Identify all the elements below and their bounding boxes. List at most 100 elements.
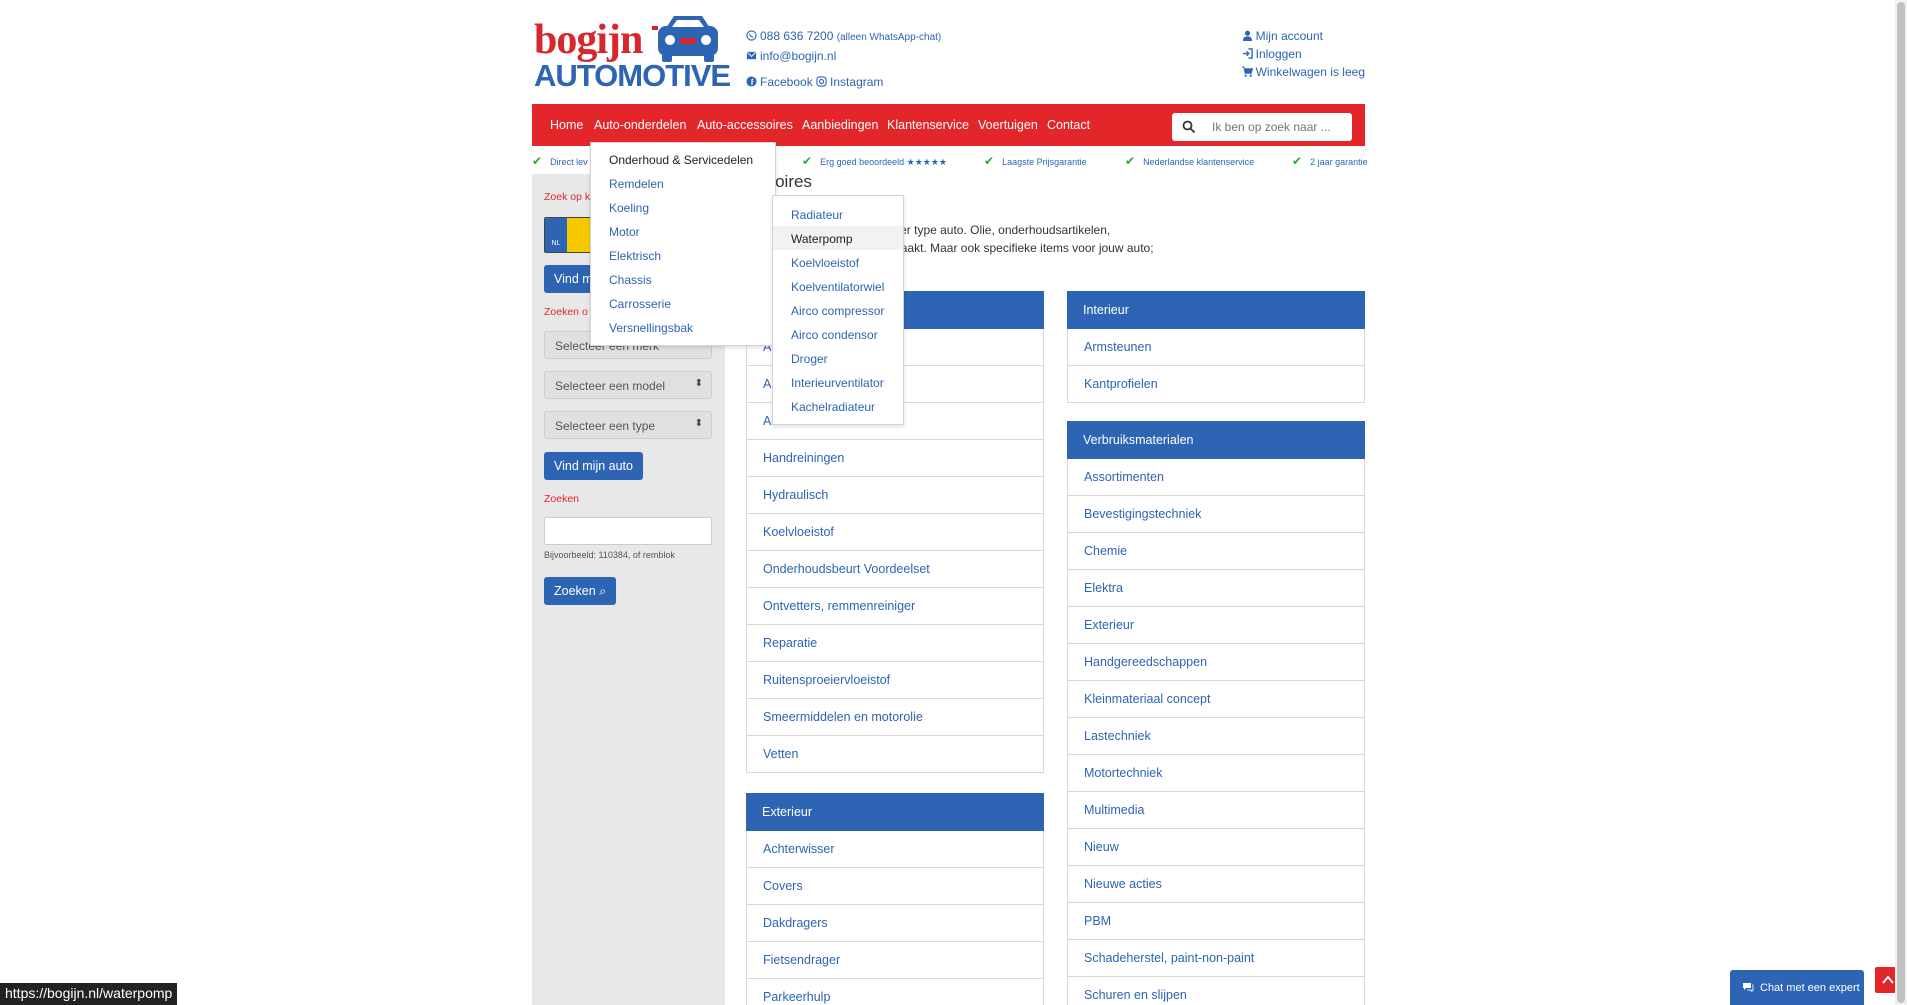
category-link[interactable]: Multimedia xyxy=(1067,792,1365,829)
search-button[interactable]: Zoeken ⌕ xyxy=(544,577,617,605)
category-link[interactable]: Kleinmateriaal concept xyxy=(1067,681,1365,718)
category-link[interactable]: PBM xyxy=(1067,903,1365,940)
nav-home[interactable]: Home xyxy=(550,118,583,132)
whatsapp-icon xyxy=(746,30,757,41)
logo[interactable]: bogijn AUTOMOTIVE xyxy=(532,10,731,93)
category-link[interactable]: Motortechniek xyxy=(1067,755,1365,792)
category-header-verbruik[interactable]: Verbruiksmaterialen xyxy=(1067,421,1365,459)
dropdown-item[interactable]: Onderhoud & Servicedelen xyxy=(609,153,753,167)
sidebar-search-input[interactable] xyxy=(544,517,712,545)
check-icon: ✔ xyxy=(802,154,813,168)
plate-country-badge: NL xyxy=(545,218,567,252)
dropdown-item[interactable]: Koeling xyxy=(609,201,649,215)
category-link[interactable]: Reparatie xyxy=(746,625,1044,662)
category-link[interactable]: Fietsendrager xyxy=(746,942,1044,979)
category-header-interieur[interactable]: Interieur xyxy=(1067,291,1365,329)
category-link[interactable]: Schadeherstel, paint-non-paint xyxy=(1067,940,1365,977)
instagram-link[interactable]: Instagram xyxy=(830,75,883,89)
category-link[interactable]: Elektra xyxy=(1067,570,1365,607)
car-logo-icon xyxy=(652,16,718,62)
submenu-item[interactable]: Radiateur xyxy=(773,202,903,226)
search-hint: Bijvoorbeeld: 110384, of remblok xyxy=(544,550,675,560)
check-icon: ✔ xyxy=(1125,154,1136,168)
category-header-exterieur[interactable]: Exterieur xyxy=(746,793,1044,831)
category-link[interactable]: Ontvetters, remmenreiniger xyxy=(746,588,1044,625)
auto-onderdelen-dropdown: Onderhoud & Servicedelen Remdelen Koelin… xyxy=(590,142,776,346)
category-link[interactable]: Koelvloeistof xyxy=(746,514,1044,551)
email-link[interactable]: info@bogijn.nl xyxy=(760,49,836,63)
category-column-interieur: Interieur Armsteunen Kantprofielen xyxy=(1067,291,1365,403)
scrollbar-thumb[interactable] xyxy=(1897,2,1905,1003)
sign-in-icon xyxy=(1242,48,1253,59)
submenu-item[interactable]: Koelvloeistof xyxy=(773,250,903,274)
category-link[interactable]: Assortimenten xyxy=(1067,459,1365,496)
dropdown-item[interactable]: Carrosserie xyxy=(609,297,671,311)
select-type[interactable]: Selecteer een type xyxy=(544,411,712,439)
phone-link[interactable]: 088 636 7200 xyxy=(760,29,833,43)
logo-text-bogijn: bogijn xyxy=(534,17,643,63)
nav-auto-onderdelen[interactable]: Auto-onderdelen xyxy=(594,118,686,132)
nav-klantenservice[interactable]: Klantenservice xyxy=(887,118,969,132)
category-link[interactable]: Dakdragers xyxy=(746,905,1044,942)
nav-auto-accessoires[interactable]: Auto-accessoires xyxy=(697,118,793,132)
search-input[interactable] xyxy=(1210,113,1348,141)
nav-aanbiedingen[interactable]: Aanbiedingen xyxy=(802,118,878,132)
category-link[interactable]: Onderhoudsbeurt Voordeelset xyxy=(746,551,1044,588)
submenu-item[interactable]: Airco compressor xyxy=(773,298,903,322)
envelope-icon xyxy=(746,51,757,60)
category-link[interactable]: Lastechniek xyxy=(1067,718,1365,755)
category-link[interactable]: Achterwisser xyxy=(746,831,1044,868)
category-link[interactable]: Ruitensproeiervloeistof xyxy=(746,662,1044,699)
search-box xyxy=(1172,113,1352,141)
submenu-item[interactable]: Airco condensor xyxy=(773,322,903,346)
social-links: Facebook Instagram xyxy=(746,75,883,89)
category-link[interactable]: Vetten xyxy=(746,736,1044,773)
category-link[interactable]: Exterieur xyxy=(1067,607,1365,644)
usp-item: ✔ Laagste Prijsgarantie xyxy=(984,154,1087,168)
category-link[interactable]: Handgereedschappen xyxy=(1067,644,1365,681)
cart-link[interactable]: Winkelwagen is leeg xyxy=(1256,65,1365,79)
nav-contact[interactable]: Contact xyxy=(1047,118,1090,132)
login-link[interactable]: Inloggen xyxy=(1256,47,1302,61)
select-model[interactable]: Selecteer een model xyxy=(544,371,712,399)
find-my-car-button[interactable]: Vind mijn auto xyxy=(544,452,643,480)
category-link[interactable]: Hydraulisch xyxy=(746,477,1044,514)
category-link[interactable]: Covers xyxy=(746,868,1044,905)
usp-item: ✔ Nederlandse klantenservice xyxy=(1125,154,1255,168)
usp-item: ✔ Erg goed beoordeeld ★★★★★ xyxy=(802,154,947,168)
submenu-item[interactable]: Koelventilatorwiel xyxy=(773,274,903,298)
scrollbar[interactable] xyxy=(1895,0,1907,1005)
category-link[interactable]: Nieuw xyxy=(1067,829,1365,866)
category-link[interactable]: Smeermiddelen en motorolie xyxy=(746,699,1044,736)
search-icon[interactable] xyxy=(1182,120,1196,134)
dropdown-item[interactable]: Versnellingsbak xyxy=(609,321,693,335)
dropdown-item[interactable]: Remdelen xyxy=(609,177,664,191)
category-link[interactable]: Kantprofielen xyxy=(1067,366,1365,403)
category-link[interactable]: Parkeerhulp xyxy=(746,979,1044,1005)
my-account-link[interactable]: Mijn account xyxy=(1256,29,1323,43)
submenu-item[interactable]: Kachelradiateur xyxy=(773,394,903,418)
check-icon: ✔ xyxy=(532,154,543,168)
dropdown-item[interactable]: Chassis xyxy=(609,273,652,287)
chat-expert-button[interactable]: Chat met een expert xyxy=(1730,970,1864,1005)
facebook-link[interactable]: Facebook xyxy=(760,75,813,89)
dropdown-item[interactable]: Motor xyxy=(609,225,640,239)
dropdown-item[interactable]: Elektrisch xyxy=(609,249,661,263)
nav-voertuigen[interactable]: Voertuigen xyxy=(978,118,1038,132)
category-link[interactable]: Handreiningen xyxy=(746,440,1044,477)
submenu-item[interactable]: Waterpomp xyxy=(773,226,903,250)
submenu-item[interactable]: Droger xyxy=(773,346,903,370)
phone-note: (alleen WhatsApp-chat) xyxy=(836,32,942,43)
category-link[interactable]: Armsteunen xyxy=(1067,329,1365,366)
category-link[interactable]: Nieuwe acties xyxy=(1067,866,1365,903)
chat-icon xyxy=(1743,983,1754,992)
category-column-verbruik: Verbruiksmaterialen Assortimenten Bevest… xyxy=(1067,421,1365,1005)
category-link[interactable]: Schuren en slijpen xyxy=(1067,977,1365,1005)
koeling-submenu: Radiateur Waterpomp Koelvloeistof Koelve… xyxy=(772,195,904,425)
submenu-item[interactable]: Interieurventilator xyxy=(773,370,903,394)
category-link[interactable]: Chemie xyxy=(1067,533,1365,570)
search-icon: ⌕ xyxy=(599,584,607,598)
plate-search-label: Zoek op k xyxy=(544,191,591,203)
category-link[interactable]: Bevestigingstechniek xyxy=(1067,496,1365,533)
usp-item: ✔ Direct lev xyxy=(532,154,588,168)
